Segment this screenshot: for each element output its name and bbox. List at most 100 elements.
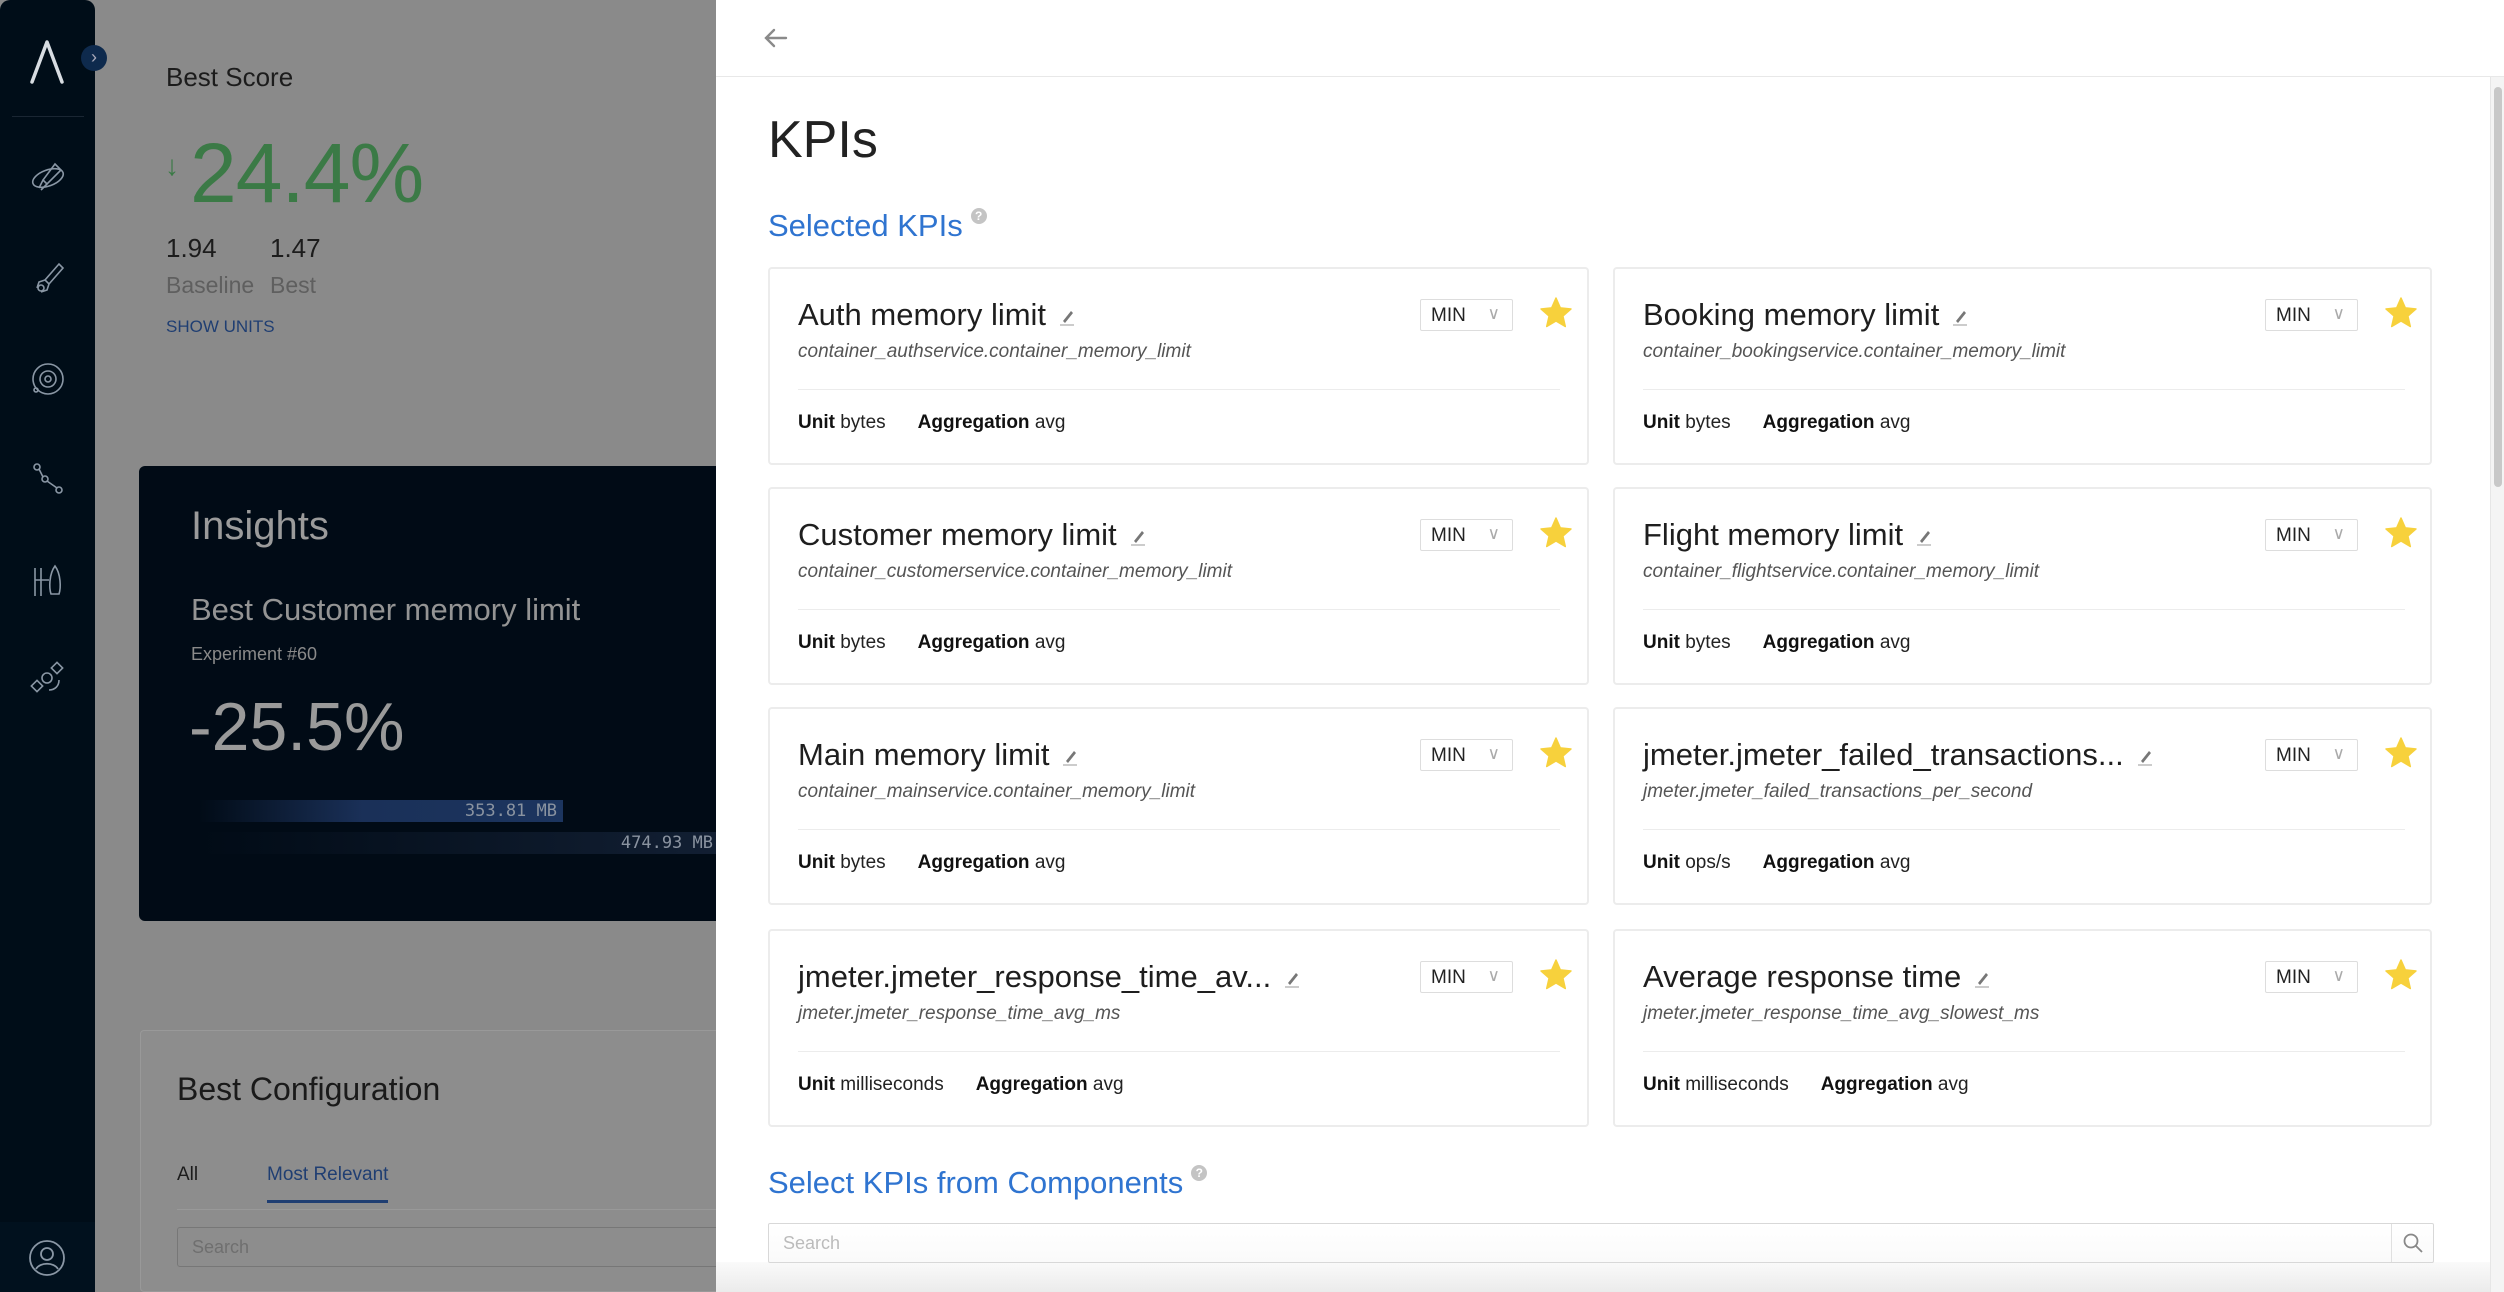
rocket-planet-icon <box>31 162 65 191</box>
kpi-metric: jmeter.jmeter_failed_transactions_per_se… <box>1643 781 2033 802</box>
direction-select[interactable]: MIN ∨ <box>1420 961 1513 993</box>
rocket-icon <box>36 262 65 293</box>
show-units-link[interactable]: SHOW UNITS <box>166 317 275 337</box>
star-icon[interactable] <box>2383 515 2419 551</box>
help-icon[interactable]: ? <box>970 208 987 224</box>
back-arrow-icon[interactable] <box>756 18 796 58</box>
arrow-down-icon: ↓ <box>165 150 179 181</box>
kpis-panel: KPIs Selected KPIs? Auth memory limit co… <box>716 0 2504 1292</box>
chevron-down-icon: ∨ <box>1487 304 1500 323</box>
sidebar-item-launchpad[interactable] <box>27 560 69 602</box>
edit-pencil-icon[interactable] <box>2136 748 2154 766</box>
direction-select[interactable]: MIN ∨ <box>2265 739 2358 771</box>
tab-all[interactable]: All <box>177 1164 198 1186</box>
card-divider <box>1643 829 2405 830</box>
edit-pencil-icon[interactable] <box>1058 308 1076 326</box>
sidebar <box>0 0 95 1292</box>
kpi-unit: Unit milliseconds <box>798 1074 944 1095</box>
insights-bar-baseline: 474.93 MB <box>199 832 719 854</box>
star-icon[interactable] <box>1538 515 1574 551</box>
insights-value: -25.5% <box>189 689 405 765</box>
card-divider <box>1643 389 2405 390</box>
star-icon[interactable] <box>1538 295 1574 331</box>
kpi-name: Main memory limit <box>798 737 1050 772</box>
edit-pencil-icon[interactable] <box>1061 748 1079 766</box>
kpi-aggregation: Aggregation avg <box>1762 632 1911 653</box>
panel-footer-shade <box>716 1262 2490 1292</box>
panel-header <box>716 0 2504 77</box>
components-title: Select KPIs from Components <box>768 1165 1184 1200</box>
kpi-card: Customer memory limit container_customer… <box>768 487 1589 685</box>
kpi-unit: Unit bytes <box>798 852 886 873</box>
direction-select[interactable]: MIN ∨ <box>1420 299 1513 331</box>
kpi-name: Auth memory limit <box>798 297 1047 332</box>
edit-pencil-icon[interactable] <box>1973 970 1991 988</box>
edit-pencil-icon[interactable] <box>1915 528 1933 546</box>
card-divider <box>798 389 1560 390</box>
star-icon[interactable] <box>1538 735 1574 771</box>
user-avatar-icon <box>29 1240 65 1276</box>
kpi-card: Auth memory limit container_authservice.… <box>768 267 1589 465</box>
chevron-down-icon: ∨ <box>1487 966 1500 985</box>
direction-select[interactable]: MIN ∨ <box>1420 739 1513 771</box>
kpi-card: Flight memory limit container_flightserv… <box>1613 487 2432 685</box>
star-icon[interactable] <box>2383 295 2419 331</box>
config-search-input[interactable]: Search <box>177 1227 777 1267</box>
edit-pencil-icon[interactable] <box>1283 970 1301 988</box>
user-profile-button[interactable] <box>0 1222 95 1292</box>
kpi-aggregation: Aggregation avg <box>1762 852 1911 873</box>
sidebar-item-telemetry[interactable] <box>27 658 69 700</box>
search-button[interactable] <box>2391 1224 2433 1262</box>
insights-title: Insights <box>191 504 329 548</box>
direction-select[interactable]: MIN ∨ <box>2265 519 2358 551</box>
chevron-down-icon: ∨ <box>1487 744 1500 763</box>
help-icon[interactable]: ? <box>1191 1165 1208 1181</box>
panel-scrollbar[interactable] <box>2490 77 2504 1292</box>
insights-card: Insights Best Customer memory limit Expe… <box>139 466 739 921</box>
kpi-name: jmeter.jmeter_response_time_av... <box>798 959 1272 994</box>
scrollbar-thumb[interactable] <box>2494 87 2502 487</box>
tabs-divider <box>177 1209 777 1210</box>
sidebar-item-systems[interactable] <box>27 358 69 400</box>
direction-select[interactable]: MIN ∨ <box>1420 519 1513 551</box>
insights-bar-best: 353.81 MB <box>199 800 563 822</box>
kpi-metric: container_flightservice.container_memory… <box>1643 561 2040 582</box>
kpi-unit: Unit bytes <box>798 412 886 433</box>
edit-pencil-icon[interactable] <box>1129 528 1147 546</box>
best-configuration-title: Best Configuration <box>177 1071 441 1107</box>
star-icon[interactable] <box>1538 957 1574 993</box>
best-label: Best <box>270 272 317 298</box>
chevron-down-icon: ∨ <box>1487 524 1500 543</box>
logo-icon[interactable] <box>22 36 72 86</box>
kpi-name: Average response time <box>1643 959 1962 994</box>
insights-bar-baseline-label: 474.93 MB <box>620 833 713 853</box>
kpi-unit: Unit bytes <box>1643 632 1731 653</box>
kpi-card: Booking memory limit container_bookingse… <box>1613 267 2432 465</box>
card-divider <box>798 1051 1560 1052</box>
edit-pencil-icon[interactable] <box>1951 308 1969 326</box>
chevron-down-icon: ∨ <box>2332 966 2345 985</box>
kpi-unit: Unit bytes <box>1643 412 1731 433</box>
sidebar-item-optimizations[interactable] <box>27 156 69 198</box>
kpi-name: jmeter.jmeter_failed_transactions... <box>1643 737 2124 772</box>
tab-most-relevant[interactable]: Most Relevant <box>267 1164 389 1203</box>
star-icon[interactable] <box>2383 735 2419 771</box>
kpi-name: Customer memory limit <box>798 517 1117 552</box>
expand-sidebar-button[interactable]: › <box>81 45 107 71</box>
sidebar-item-studies[interactable] <box>27 258 69 300</box>
star-icon[interactable] <box>2383 957 2419 993</box>
sidebar-item-workflows[interactable] <box>27 458 69 500</box>
components-search <box>768 1223 2434 1263</box>
selected-kpis-title: Selected KPIs <box>768 208 963 243</box>
kpi-metric: container_bookingservice.container_memor… <box>1643 341 2066 362</box>
card-divider <box>798 829 1560 830</box>
kpi-metric: container_customerservice.container_memo… <box>798 561 1233 582</box>
direction-select[interactable]: MIN ∨ <box>2265 961 2358 993</box>
direction-select[interactable]: MIN ∨ <box>2265 299 2358 331</box>
kpi-aggregation: Aggregation avg <box>975 1074 1124 1095</box>
insights-experiment: Experiment #60 <box>191 644 318 664</box>
components-search-input[interactable] <box>769 1224 2369 1262</box>
direction-value: MIN <box>1431 525 1466 546</box>
insights-subtitle: Best Customer memory limit <box>191 592 581 627</box>
card-divider <box>1643 609 2405 610</box>
